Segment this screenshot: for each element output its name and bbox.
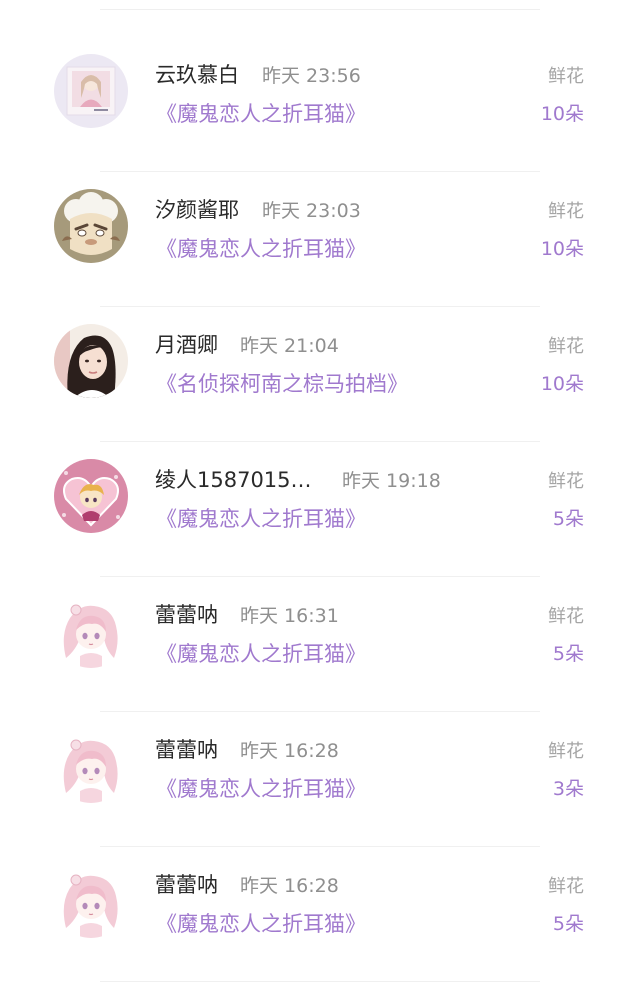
book-title-link[interactable]: 《魔鬼恋人之折耳猫》 (156, 773, 366, 803)
gift-count: 3朵 (552, 778, 584, 800)
pink-hair-anime-avatar-icon[interactable] (54, 594, 128, 668)
user-name[interactable]: 蕾蕾呐 (155, 869, 218, 899)
book-title-link[interactable]: 《魔鬼恋人之折耳猫》 (156, 638, 366, 668)
gift-time: 昨天 16:28 (240, 740, 339, 762)
gift-record-row[interactable]: 蕾蕾呐 昨天 16:31 《魔鬼恋人之折耳猫》 鲜花 5朵 (0, 577, 640, 712)
gift-count: 10朵 (540, 103, 584, 125)
pink-heart-anime-avatar-icon[interactable] (54, 459, 128, 533)
user-name[interactable]: 蕾蕾呐 (155, 599, 218, 629)
gift-type: 鲜花 (548, 336, 584, 357)
user-name[interactable]: 汐颜酱耶 (155, 194, 239, 224)
gift-type: 鲜花 (548, 201, 584, 222)
gift-record-row[interactable]: 蕾蕾呐 昨天 16:28 《魔鬼恋人之折耳猫》 鲜花 5朵 (0, 847, 640, 982)
book-title-link[interactable]: 《名侦探柯南之棕马拍档》 (156, 368, 408, 398)
user-name[interactable]: 蕾蕾呐 (155, 734, 218, 764)
cartoon-sheep-avatar-icon[interactable] (54, 189, 128, 263)
gift-record-row[interactable]: 云玖慕白 昨天 23:56 《魔鬼恋人之折耳猫》 鲜花 10朵 (0, 37, 640, 172)
gift-time: 昨天 16:31 (240, 605, 339, 627)
woman-portrait-avatar-icon[interactable] (54, 324, 128, 398)
gift-count: 5朵 (552, 643, 584, 665)
gift-type: 鲜花 (548, 66, 584, 87)
user-name[interactable]: 绫人1587015… (155, 464, 312, 494)
gift-type: 鲜花 (548, 741, 584, 762)
book-title-link[interactable]: 《魔鬼恋人之折耳猫》 (156, 98, 366, 128)
pink-hair-anime-avatar-icon[interactable] (54, 729, 128, 803)
gift-type: 鲜花 (548, 606, 584, 627)
top-divider (100, 9, 540, 10)
gift-record-row[interactable]: 月酒卿 昨天 21:04 《名侦探柯南之棕马拍档》 鲜花 10朵 (0, 307, 640, 442)
gift-record-row[interactable]: 蕾蕾呐 昨天 16:28 《魔鬼恋人之折耳猫》 鲜花 3朵 (0, 712, 640, 847)
gift-count: 10朵 (540, 238, 584, 260)
gift-type: 鲜花 (548, 471, 584, 492)
book-title-link[interactable]: 《魔鬼恋人之折耳猫》 (156, 908, 366, 938)
pink-hair-anime-avatar-icon[interactable] (54, 864, 128, 938)
gift-time: 昨天 19:18 (342, 470, 441, 492)
gift-time: 昨天 16:28 (240, 875, 339, 897)
gift-time: 昨天 23:03 (262, 200, 361, 222)
book-title-link[interactable]: 《魔鬼恋人之折耳猫》 (156, 503, 366, 533)
gift-time: 昨天 23:56 (262, 65, 361, 87)
gift-record-row[interactable]: 汐颜酱耶 昨天 23:03 《魔鬼恋人之折耳猫》 鲜花 10朵 (0, 172, 640, 307)
gift-count: 5朵 (552, 508, 584, 530)
user-name[interactable]: 云玖慕白 (155, 59, 239, 89)
gift-time: 昨天 21:04 (240, 335, 339, 357)
gift-record-row[interactable]: 绫人1587015… 昨天 19:18 《魔鬼恋人之折耳猫》 鲜花 5朵 (0, 442, 640, 577)
row-divider (100, 981, 540, 982)
book-title-link[interactable]: 《魔鬼恋人之折耳猫》 (156, 233, 366, 263)
gift-count: 5朵 (552, 913, 584, 935)
gift-count: 10朵 (540, 373, 584, 395)
anime-girl-photo-avatar-icon[interactable] (54, 54, 128, 128)
gift-type: 鲜花 (548, 876, 584, 897)
user-name[interactable]: 月酒卿 (155, 329, 218, 359)
